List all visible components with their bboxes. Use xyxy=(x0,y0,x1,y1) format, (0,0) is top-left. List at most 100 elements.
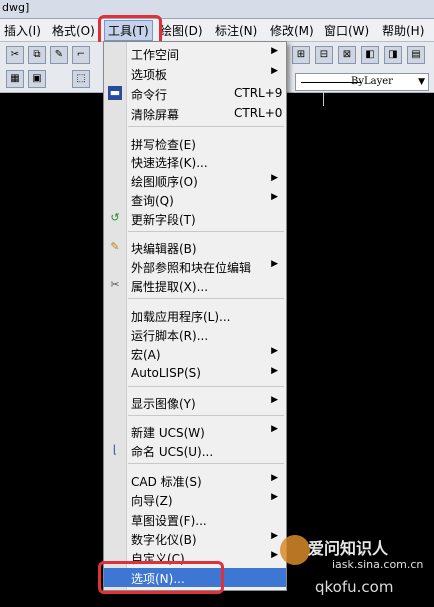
layer-state-icon[interactable]: ▣ xyxy=(28,70,46,88)
submenu-arrow-icon: ▶ xyxy=(271,473,278,483)
menu-item-display-image[interactable]: 显示图像(Y) ▶ xyxy=(104,393,286,412)
copy-icon[interactable]: ⧉ xyxy=(28,46,46,64)
menu-item-label: 数字化仪(B) xyxy=(131,533,197,547)
menu-item-label: CAD 标准(S) xyxy=(131,475,202,489)
menu-item-named-ucs[interactable]: ⌊ 命名 UCS(U)... xyxy=(104,441,286,460)
menu-item-label: 工作空间 xyxy=(131,48,180,62)
menu-item-autolisp[interactable]: AutoLISP(S) ▶ xyxy=(104,364,286,383)
sheet-set-icon[interactable]: ◧ xyxy=(361,46,379,64)
design-center-icon[interactable]: ⊟ xyxy=(315,46,333,64)
menu-item-label: 选项板 xyxy=(131,68,168,82)
menu-item-label: 块编辑器(B) xyxy=(131,242,197,256)
menu-item-clean-screen[interactable]: 清除屏幕 CTRL+0 xyxy=(104,104,286,123)
linetype-value: ByLayer xyxy=(351,76,393,87)
block-editor-icon: ✎ xyxy=(110,240,120,253)
menu-item-shortcut: CTRL+9 xyxy=(234,86,283,100)
menu-item-label: 清除屏幕 xyxy=(131,108,180,122)
pdf-icon[interactable]: ⬚ xyxy=(72,70,90,88)
menu-bar: 插入(I) 格式(O) 工具(T) 绘图(D) 标注(N) 修改(M) 窗口(W… xyxy=(0,19,434,42)
named-ucs-icon: ⌊ xyxy=(112,443,118,456)
submenu-arrow-icon: ▶ xyxy=(271,173,278,183)
brush-icon[interactable]: ⌐ xyxy=(72,46,90,64)
submenu-arrow-icon: ▶ xyxy=(271,192,278,202)
menu-item-label: 更新字段(T) xyxy=(131,213,196,227)
tool-palette-icon[interactable]: ⊠ xyxy=(338,46,356,64)
menu-item-tablet[interactable]: 数字化仪(B) ▶ xyxy=(104,529,286,548)
menu-modify[interactable]: 修改(M) xyxy=(270,22,314,39)
menu-item-run-script[interactable]: 运行脚本(R)... xyxy=(104,325,286,344)
menu-item-label: 加载应用程序(L)... xyxy=(131,310,231,324)
menu-format[interactable]: 格式(O) xyxy=(52,22,95,39)
menu-item-cad-standards[interactable]: CAD 标准(S) ▶ xyxy=(104,471,286,490)
layer-icon[interactable]: ▦ xyxy=(6,70,24,88)
title-bar: dwg] xyxy=(0,0,434,19)
submenu-arrow-icon: ▶ xyxy=(271,492,278,502)
menu-item-label: 拼写检查(E) xyxy=(131,138,196,152)
submenu-arrow-icon: ▶ xyxy=(271,259,278,269)
menu-item-label: 运行脚本(R)... xyxy=(131,329,209,343)
menu-item-xref-in-place-edit[interactable]: 外部参照和块在位编辑 ▶ xyxy=(104,257,286,276)
watermark-site: qkofu.com xyxy=(315,578,394,596)
submenu-arrow-icon: ▶ xyxy=(271,66,278,76)
menu-separator xyxy=(128,126,284,127)
submenu-arrow-icon: ▶ xyxy=(271,550,278,560)
menu-item-label: 绘图顺序(O) xyxy=(131,175,198,189)
menu-item-label: 属性提取(X)... xyxy=(131,280,209,294)
menu-item-label: 新建 UCS(W) xyxy=(131,426,205,440)
menu-separator xyxy=(128,415,284,416)
menu-item-command-line[interactable]: ▬ 命令行 CTRL+9 xyxy=(104,84,286,103)
menu-item-wizards[interactable]: 向导(Z) ▶ xyxy=(104,490,286,509)
tools-dropdown-menu: 工作空间 ▶ 选项板 ▶ ▬ 命令行 CTRL+9 清除屏幕 CTRL+0 拼写… xyxy=(103,41,287,591)
menu-item-workspaces[interactable]: 工作空间 ▶ xyxy=(104,44,286,63)
window-title: dwg] xyxy=(2,1,30,14)
watermark-title: 爱问知识人 xyxy=(308,539,389,558)
submenu-arrow-icon: ▶ xyxy=(271,424,278,434)
menu-item-inquiry[interactable]: 查询(Q) ▶ xyxy=(104,190,286,209)
menu-item-label: 外部参照和块在位编辑 xyxy=(131,261,252,275)
submenu-arrow-icon: ▶ xyxy=(271,46,278,56)
watermark-logo xyxy=(280,535,310,565)
chevron-down-icon: ▼ xyxy=(418,77,425,87)
linetype-select[interactable]: ByLayer ▼ xyxy=(295,73,429,91)
menu-item-new-ucs[interactable]: 新建 UCS(W) ▶ xyxy=(104,422,286,441)
crosshair-cursor xyxy=(323,92,324,106)
menu-item-draw-order[interactable]: 绘图顺序(O) ▶ xyxy=(104,171,286,190)
submenu-arrow-icon: ▶ xyxy=(271,531,278,541)
menu-item-spelling[interactable]: 拼写检查(E) xyxy=(104,134,286,153)
pen-icon[interactable]: ✎ xyxy=(50,46,68,64)
menu-item-label: 查询(Q) xyxy=(131,194,174,208)
menu-insert[interactable]: 插入(I) xyxy=(4,22,41,39)
menu-separator xyxy=(128,298,284,299)
menu-item-label: 显示图像(Y) xyxy=(131,397,196,411)
menu-item-quick-select[interactable]: 快速选择(K)... xyxy=(104,152,286,171)
menu-item-label: 命令行 xyxy=(131,88,168,102)
cut-icon[interactable]: ✂ xyxy=(6,46,24,64)
menu-item-label: AutoLISP(S) xyxy=(131,366,201,380)
menu-item-label: 快速选择(K)... xyxy=(131,156,208,170)
menu-help[interactable]: 帮助(H) xyxy=(382,22,424,39)
submenu-arrow-icon: ▶ xyxy=(271,366,278,376)
menu-item-load-application[interactable]: 加载应用程序(L)... xyxy=(104,306,286,325)
submenu-arrow-icon: ▶ xyxy=(271,395,278,405)
menu-item-label: 草图设置(F)... xyxy=(131,514,207,528)
menu-item-attribute-extraction[interactable]: ✂ 属性提取(X)... xyxy=(104,276,286,295)
command-line-icon: ▬ xyxy=(108,86,122,100)
menu-item-palettes[interactable]: 选项板 ▶ xyxy=(104,64,286,83)
menu-draw[interactable]: 绘图(D) xyxy=(160,22,203,39)
options-item-highlight xyxy=(98,561,224,594)
menu-item-macro[interactable]: 宏(A) ▶ xyxy=(104,344,286,363)
menu-dimension[interactable]: 标注(N) xyxy=(215,22,257,39)
menu-item-block-editor[interactable]: ✎ 块编辑器(B) xyxy=(104,238,286,257)
menu-item-label: 宏(A) xyxy=(131,348,161,362)
update-field-icon: ↺ xyxy=(110,211,120,224)
markup-icon[interactable]: ◨ xyxy=(384,46,402,64)
menu-separator xyxy=(128,231,284,232)
properties-icon[interactable]: ⊞ xyxy=(292,46,310,64)
menu-item-label: 命名 UCS(U)... xyxy=(131,445,214,459)
menu-separator xyxy=(128,386,284,387)
menu-window[interactable]: 窗口(W) xyxy=(324,22,369,39)
menu-item-update-fields[interactable]: ↺ 更新字段(T) xyxy=(104,209,286,228)
menu-item-drafting-settings[interactable]: 草图设置(F)... xyxy=(104,510,286,529)
menu-item-label: 向导(Z) xyxy=(131,494,173,508)
calculator-icon[interactable]: ▤ xyxy=(407,46,425,64)
